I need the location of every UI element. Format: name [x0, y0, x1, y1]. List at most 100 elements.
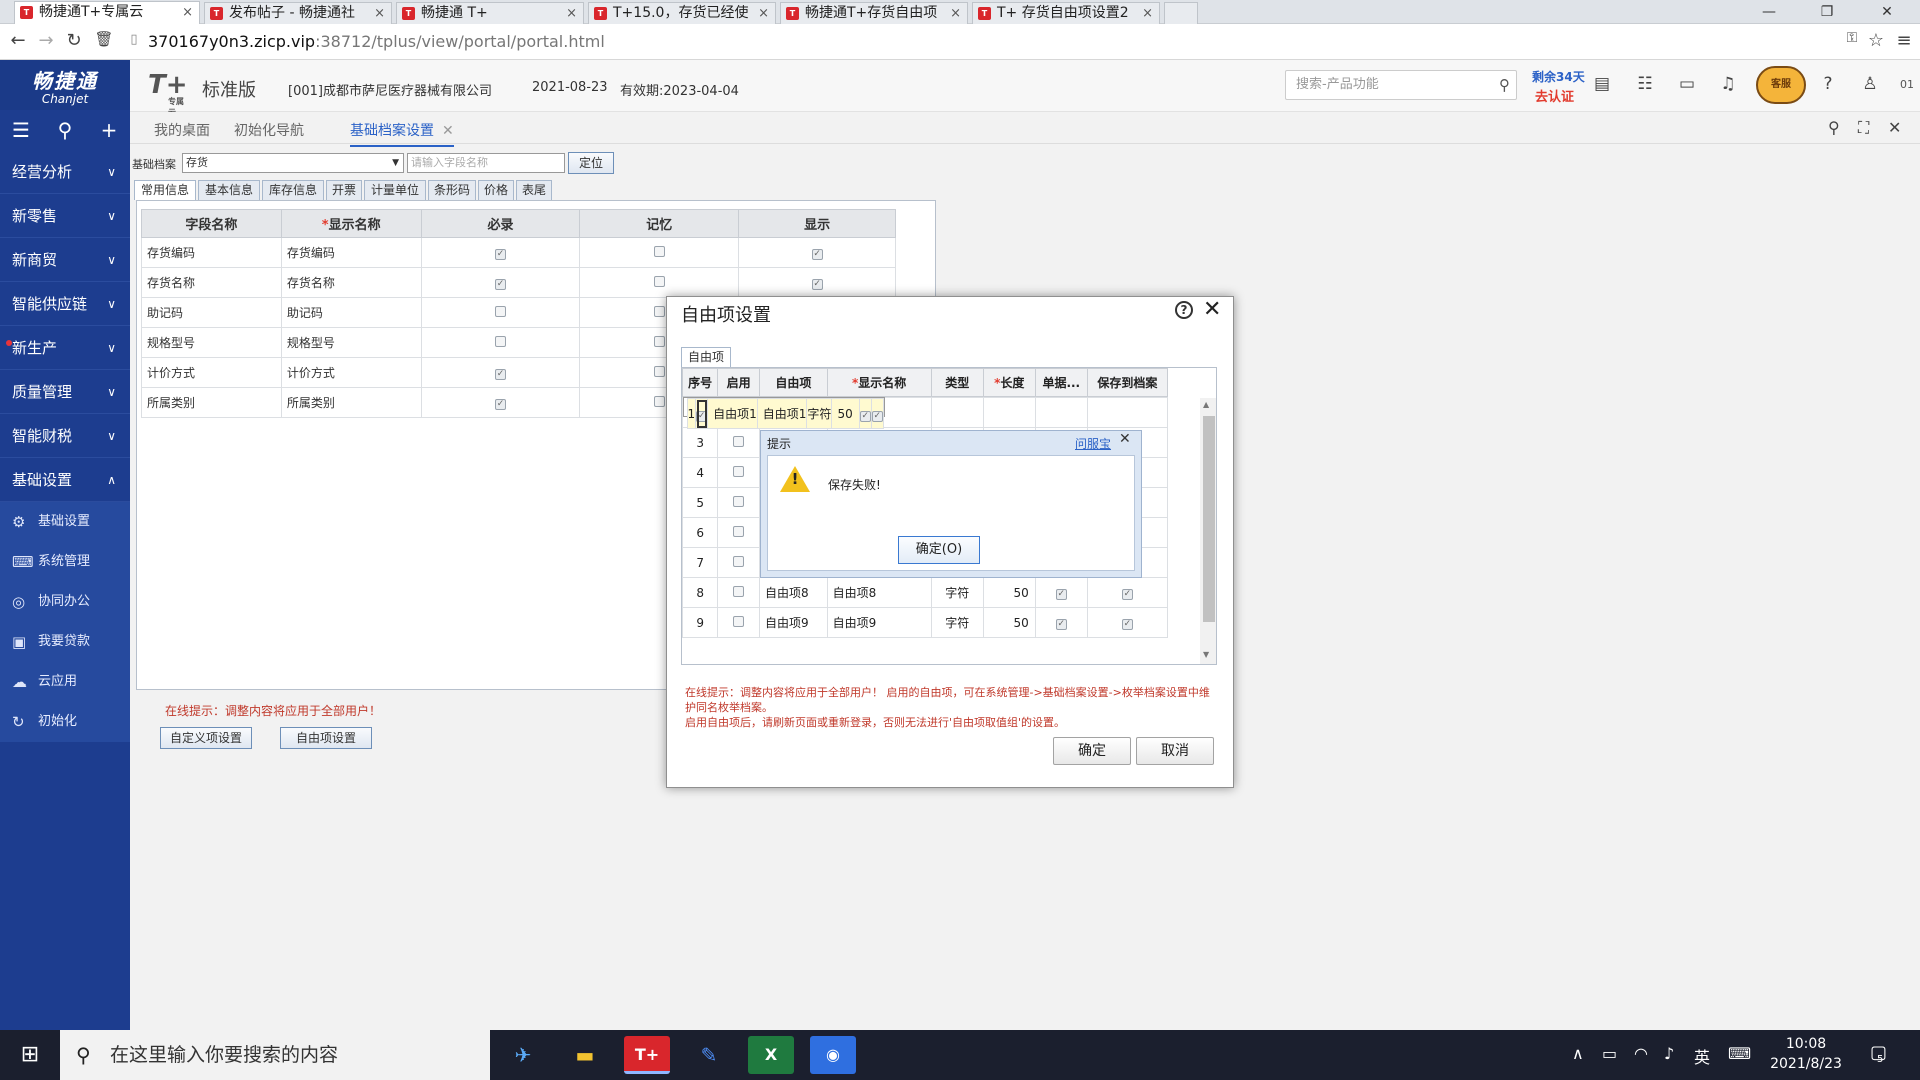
tab-my-desktop[interactable]: 我的桌面	[154, 120, 210, 140]
minimize-icon[interactable]: —	[1746, 0, 1792, 24]
bell-icon[interactable]: ♫	[1716, 74, 1740, 94]
scroll-down-icon[interactable]: ▼	[1203, 650, 1209, 659]
browser-tab[interactable]: T 畅捷通T+专属云 ×	[14, 1, 200, 25]
sidebar-item-new-trade[interactable]: 新商贸 ∨	[0, 238, 130, 282]
table-row[interactable]: 存货编码 存货编码 ✓ ✓	[141, 237, 896, 268]
browser-tab[interactable]: T 畅捷通T+存货自由项 ×	[780, 2, 968, 24]
fullscreen-icon[interactable]: ⛶	[1858, 118, 1869, 138]
tab-basic-archive-settings[interactable]: 基础档案设置 ✕	[350, 120, 454, 147]
back-icon[interactable]: ←	[8, 30, 28, 51]
window-close-icon[interactable]: ✕	[1864, 0, 1910, 24]
display-name-cell[interactable]: 自由项1	[756, 398, 808, 429]
close-icon[interactable]: ×	[758, 3, 769, 24]
checkbox[interactable]: ✓	[1121, 589, 1133, 600]
sidebar-sub-cloud[interactable]: ☁ 云应用	[0, 662, 130, 702]
checkbox[interactable]: ✓	[811, 249, 823, 260]
sidebar-item-new-retail[interactable]: 新零售 ∨	[0, 194, 130, 238]
memory-cell[interactable]	[579, 237, 740, 268]
display-name-cell[interactable]: 存货编码	[280, 237, 422, 268]
checkbox[interactable]: ✓	[495, 279, 507, 290]
sidebar-item-business-analysis[interactable]: 经营分析 ∨	[0, 150, 130, 194]
checkbox[interactable]	[653, 335, 665, 347]
required-cell[interactable]	[420, 327, 581, 358]
tab-free-items[interactable]: 自由项	[681, 347, 731, 367]
checkbox[interactable]	[733, 525, 745, 537]
field-name-input[interactable]: 请输入字段名称	[407, 153, 565, 173]
checkbox[interactable]: ✓	[1055, 589, 1067, 600]
checkbox[interactable]	[733, 585, 745, 597]
alert-ok-button[interactable]: 确定(O)	[898, 536, 980, 564]
archive-select[interactable]: 存货 ▼	[182, 153, 404, 173]
keyboard-icon[interactable]: ⌨	[1728, 1044, 1751, 1063]
excel-icon[interactable]: X	[748, 1036, 794, 1074]
restore-icon[interactable]: ❐	[1804, 0, 1850, 24]
url-field[interactable]: 370167y0n3.zicp.vip:38712/tplus/view/por…	[148, 31, 1798, 53]
checkbox[interactable]	[653, 305, 665, 317]
display-name-cell[interactable]: 规格型号	[280, 327, 422, 358]
sidebar-item-new-production[interactable]: 新生产 ∨	[0, 326, 130, 370]
required-cell[interactable]: ✓	[420, 267, 581, 298]
close-icon[interactable]: ×	[182, 2, 193, 23]
search-icon[interactable]: ⚲	[1828, 118, 1840, 137]
enabled-cell[interactable]	[717, 517, 760, 548]
type-cell[interactable]: 字符	[930, 577, 984, 608]
subtab[interactable]: 常用信息	[134, 180, 196, 200]
display-name-cell[interactable]: 自由项8	[826, 577, 932, 608]
calculator-icon[interactable]: ▤	[1590, 74, 1614, 94]
message-icon[interactable]: ▭	[1675, 74, 1699, 94]
close-icon[interactable]: ×	[1142, 3, 1153, 24]
windows-start-icon[interactable]: ⊞	[0, 1030, 60, 1080]
type-cell[interactable]: 字符	[806, 398, 833, 429]
required-cell[interactable]: ✓	[420, 387, 581, 418]
checkbox[interactable]	[733, 555, 745, 567]
sidebar-sub-basic-settings[interactable]: ⚙ 基础设置	[0, 502, 130, 542]
cloud-app-icon[interactable]: ◉	[810, 1036, 856, 1074]
sidebar-sub-loan[interactable]: ▣ 我要贷款	[0, 622, 130, 662]
close-icon[interactable]: ✕	[1119, 431, 1131, 447]
subtab[interactable]: 条形码	[428, 180, 476, 200]
required-cell[interactable]: ✓	[420, 357, 581, 388]
show-cell[interactable]: ✓	[738, 237, 896, 268]
table-row[interactable]: 8 自由项8 自由项8 字符 50 ✓ ✓	[681, 577, 1169, 608]
checkbox[interactable]	[733, 495, 745, 507]
length-cell[interactable]: 50	[982, 607, 1036, 638]
tab-init-guide[interactable]: 初始化导航	[234, 120, 304, 140]
bill-cell[interactable]	[1034, 397, 1088, 428]
star-icon[interactable]: ☆	[1866, 30, 1886, 51]
subtab[interactable]: 计量单位	[364, 180, 426, 200]
subtab[interactable]: 基本信息	[198, 180, 260, 200]
show-cell[interactable]: ✓	[738, 267, 896, 298]
table-row[interactable]: 1 ✓ 自由项1 自由项1 字符 50 ✓ ✓	[682, 397, 885, 429]
search-icon[interactable]: ⚲	[1499, 71, 1510, 99]
checkbox[interactable]	[733, 465, 745, 477]
subtab[interactable]: 库存信息	[262, 180, 324, 200]
enabled-cell[interactable]: ✓	[695, 398, 709, 429]
length-cell[interactable]	[982, 397, 1036, 428]
sidebar-sub-init[interactable]: ↻ 初始化	[0, 702, 130, 742]
vertical-scrollbar[interactable]: ▲ ▼	[1200, 398, 1216, 664]
display-name-cell[interactable]: 计价方式	[280, 357, 422, 388]
enabled-cell[interactable]	[717, 577, 760, 608]
bill-cell[interactable]: ✓	[858, 398, 872, 429]
locate-button[interactable]: 定位	[568, 152, 614, 174]
enabled-cell[interactable]	[717, 487, 760, 518]
checkbox[interactable]: ✓	[1121, 619, 1133, 630]
close-icon[interactable]: ✕	[442, 123, 454, 139]
subtab[interactable]: 表尾	[516, 180, 552, 200]
cancel-button[interactable]: 取消	[1136, 737, 1214, 765]
product-search-input[interactable]: 搜索-产品功能 ⚲	[1285, 70, 1517, 100]
save-to-archive-cell[interactable]	[1086, 397, 1169, 428]
add-icon[interactable]: +	[94, 118, 124, 142]
volume-mute-icon[interactable]: ♪	[1664, 1044, 1674, 1063]
checkbox[interactable]: ✓	[495, 369, 507, 380]
checkbox[interactable]: ✓	[696, 410, 708, 422]
checkbox[interactable]: ✓	[871, 410, 883, 422]
enabled-cell[interactable]	[717, 547, 760, 578]
bill-cell[interactable]: ✓	[1034, 607, 1088, 638]
table-row[interactable]: 存货名称 存货名称 ✓ ✓	[141, 267, 896, 298]
type-cell[interactable]	[930, 397, 984, 428]
enabled-cell[interactable]	[717, 607, 760, 638]
notification-icon[interactable]: ▢5	[1870, 1042, 1893, 1065]
checkbox[interactable]	[653, 275, 665, 287]
file-explorer-icon[interactable]: ▬	[562, 1036, 608, 1074]
